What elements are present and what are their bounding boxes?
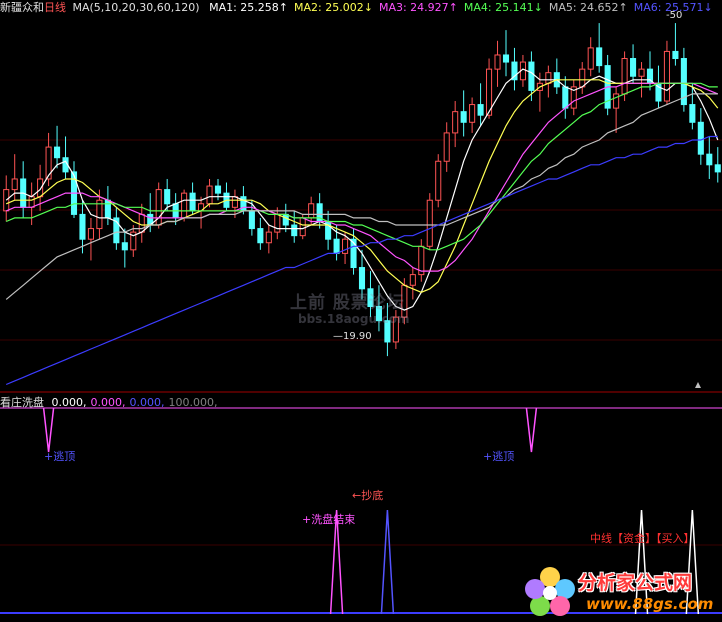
candle-body	[96, 199, 103, 230]
candle-body	[494, 54, 501, 70]
candle-body	[435, 160, 442, 201]
ma-values: MA1: 25.258↑ MA2: 25.002↓ MA3: 24.927↑ MA4:…	[203, 1, 713, 14]
candle-body	[164, 189, 171, 205]
candle-body	[621, 58, 628, 95]
ma-value-5: MA5: 24.652↑	[548, 1, 628, 14]
price-header: 新疆众和日线 MA(5,10,20,30,60,120) MA1: 25.258…	[0, 0, 713, 16]
candle-body	[528, 61, 535, 91]
top-marker-text: 50	[669, 10, 683, 21]
watermark-url: bbs.18aogu.com	[298, 312, 410, 326]
candle-body	[265, 231, 272, 244]
candle-body	[502, 54, 510, 63]
candle-body	[189, 192, 196, 212]
candle-body	[231, 196, 238, 208]
candle-body	[409, 274, 416, 286]
spike-escape_top_2	[525, 407, 538, 453]
candle-body	[689, 104, 696, 123]
candle-body	[596, 47, 603, 67]
candle-body	[37, 178, 44, 198]
candle-body	[443, 132, 450, 162]
candle-body	[638, 68, 645, 77]
candle-body	[299, 217, 306, 237]
logo-url: www.88gs.com	[586, 595, 714, 613]
candle-body	[181, 192, 188, 219]
candle-body	[79, 213, 86, 240]
logo-name: 分析家公式网	[578, 572, 693, 594]
ma-value-4: MA4: 25.141↓	[463, 1, 543, 14]
scroll-marker-icon	[695, 382, 701, 388]
spike-bottom_fishing_blue	[380, 509, 395, 615]
candle-body	[477, 104, 484, 116]
top-marker: -50	[666, 10, 683, 21]
candle-body	[248, 210, 255, 230]
label-mid-line-buy-text: 中线【资金】【买入】	[590, 532, 695, 545]
candle-body	[613, 93, 620, 109]
indicator-value-2: 0.000,	[90, 396, 126, 409]
label-escape-top-2-text: 逃顶	[492, 450, 515, 463]
candle-body	[45, 146, 52, 180]
label-bottom-fishing: ←抄底	[352, 489, 384, 502]
candle-body	[469, 104, 476, 123]
candle-body	[545, 72, 552, 84]
candle-body	[121, 242, 128, 251]
label-escape-top-1-text: 逃顶	[53, 450, 76, 463]
candle-body	[240, 196, 247, 212]
ma-line-ma4	[5, 82, 718, 251]
label-escape-top-1: +逃顶	[44, 450, 76, 463]
indicator-value-1: 0.000,	[51, 396, 87, 409]
spike-escape_top_1	[42, 407, 55, 453]
low-price-marker: —19.90	[333, 331, 372, 342]
candle-body	[342, 238, 349, 254]
candle-body	[333, 238, 340, 254]
flower-logo-icon	[525, 567, 575, 616]
candle-body	[282, 213, 289, 226]
period-label: 日线	[44, 1, 66, 14]
low-price-text: 19.90	[343, 331, 372, 342]
label-mid-line-buy: 中线【资金】【买入】	[590, 530, 695, 546]
candle-body	[706, 153, 713, 166]
label-bottom-fishing-text: 抄底	[361, 489, 384, 502]
candle-body	[214, 185, 222, 194]
watermark-cn: 上前 股票论坛	[290, 293, 405, 313]
indicator-value-4: 100.000,	[168, 396, 218, 409]
candle-body	[630, 58, 637, 77]
candle-body	[452, 111, 459, 134]
chart-stage: 新疆众和日线 MA(5,10,20,30,60,120) MA1: 25.258…	[0, 0, 722, 622]
candle-body	[87, 228, 94, 240]
ma-value-3: MA3: 24.927↑	[378, 1, 458, 14]
label-escape-top-2: +逃顶	[483, 450, 515, 463]
candle-body	[672, 50, 679, 60]
indicator-header: 看庄洗盘 0.000, 0.000, 0.000, 100.000,	[0, 395, 217, 410]
candle-body	[138, 213, 145, 233]
candle-body	[358, 267, 366, 290]
indicator-value-3: 0.000,	[129, 396, 165, 409]
candle-body	[104, 199, 111, 219]
candle-body	[562, 86, 569, 109]
watermark: 上前 股票论坛 bbs.18aogu.com	[290, 288, 409, 326]
candle-body	[291, 224, 298, 237]
label-washout-end: +洗盘结束	[302, 513, 356, 526]
candle-body	[697, 121, 704, 155]
candle-body	[460, 111, 467, 123]
ma-value-2: MA2: 25.002↓	[294, 1, 373, 14]
indicator-title: 看庄洗盘	[0, 396, 44, 409]
stock-name: 新疆众和	[0, 1, 44, 14]
indicator-values: 0.000, 0.000, 0.000, 100.000,	[48, 396, 218, 409]
ma-value-1: MA1: 25.258↑	[209, 1, 289, 14]
candle-body	[274, 213, 281, 233]
candle-body	[54, 146, 61, 159]
label-washout-end-text: 洗盘结束	[311, 513, 356, 526]
candle-body	[206, 185, 213, 205]
candle-body	[28, 196, 35, 208]
site-logo: 分析家公式网 www.88gs.com	[520, 564, 720, 620]
ma-params: MA(5,10,20,30,60,120)	[72, 1, 200, 14]
candle-body	[579, 68, 586, 88]
candle-body	[308, 203, 315, 219]
candle-body	[714, 164, 721, 173]
candle-body	[663, 50, 670, 102]
candle-body	[257, 228, 264, 244]
candle-body	[587, 47, 594, 70]
candle-body	[426, 199, 433, 247]
candle-body	[11, 178, 18, 191]
